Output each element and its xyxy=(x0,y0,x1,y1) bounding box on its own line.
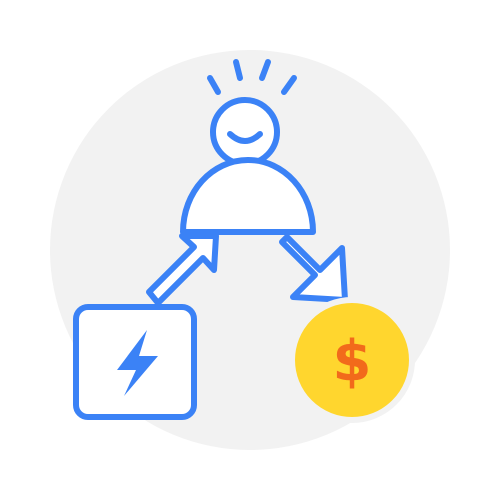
illustration-canvas: $ xyxy=(0,0,500,500)
illustration-svg: $ xyxy=(50,50,450,450)
coin-symbol: $ xyxy=(333,329,372,394)
person-head xyxy=(210,97,280,167)
